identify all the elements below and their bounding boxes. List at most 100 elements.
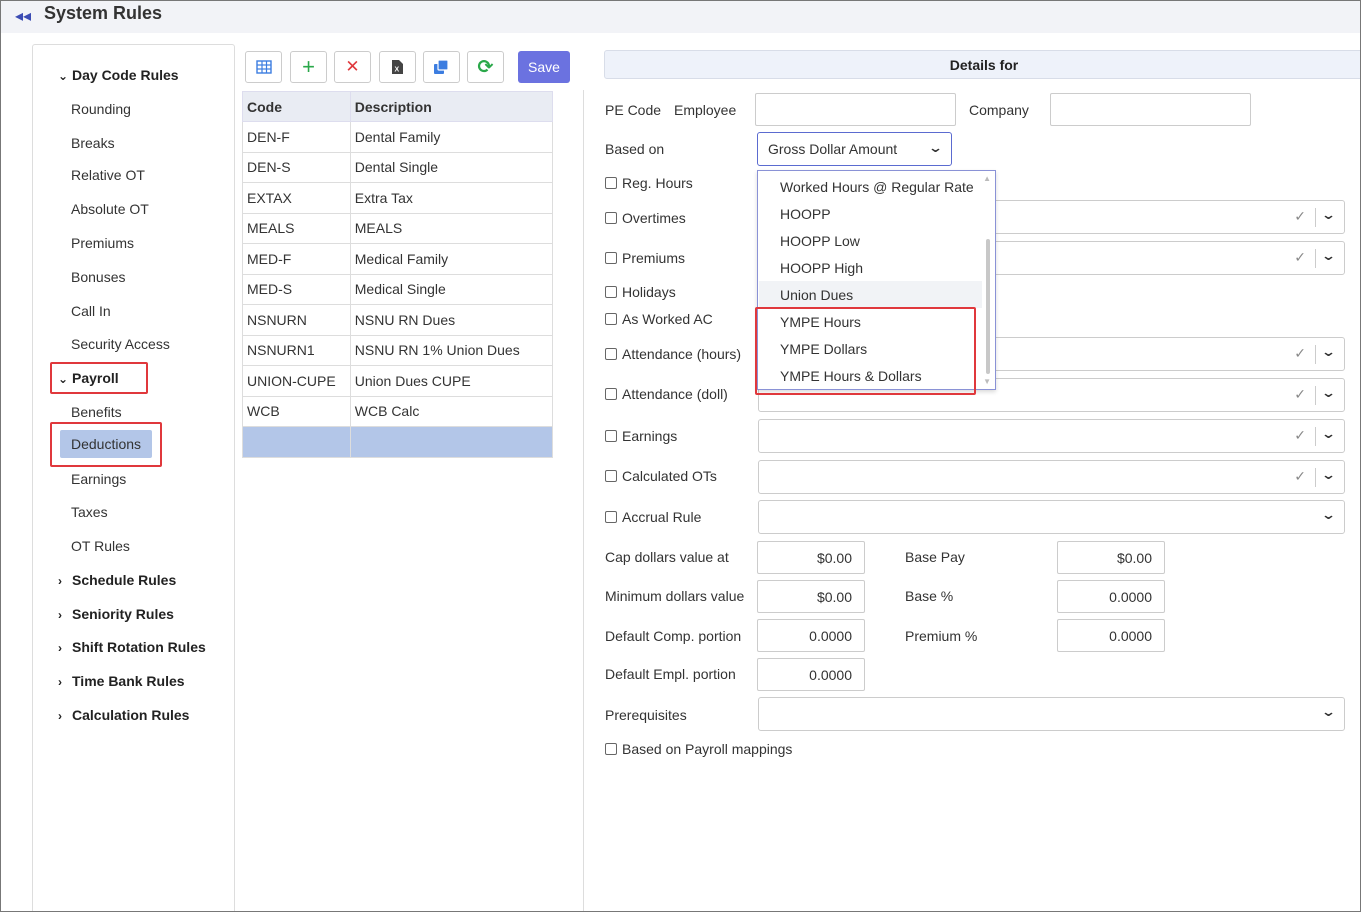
cell-description: MEALS: [350, 213, 554, 244]
earnings-label: Earnings: [622, 428, 678, 444]
sidebar-item-benefits[interactable]: Benefits: [71, 404, 122, 420]
reg-hours-label: Reg. Hours: [622, 175, 693, 191]
employee-input[interactable]: [755, 93, 956, 126]
base-pay-input[interactable]: $0.00: [1057, 541, 1165, 574]
column-header-code[interactable]: Code: [242, 91, 351, 122]
checkbox-box: [605, 743, 617, 755]
reg-hours-checkbox[interactable]: Reg. Hours: [605, 175, 693, 191]
sidebar-item-breaks[interactable]: Breaks: [71, 135, 115, 151]
as-worked-ac-label: As Worked AC: [622, 311, 713, 327]
sidebar-group-seniority-rules[interactable]: › Seniority Rules: [58, 606, 174, 622]
attendance-hours-checkbox[interactable]: Attendance (hours): [605, 346, 741, 362]
sidebar-item-deductions[interactable]: Deductions: [60, 430, 153, 458]
checkbox-box: [605, 252, 617, 264]
export-excel-button[interactable]: X: [379, 51, 416, 83]
default-comp-input[interactable]: 0.0000: [757, 619, 865, 652]
sidebar-item-taxes[interactable]: Taxes: [71, 504, 108, 520]
chevron-down-icon: ⌄: [1320, 385, 1337, 400]
sidebar-group-payroll[interactable]: ⌄ Payroll: [58, 370, 119, 386]
based-on-payroll-checkbox[interactable]: Based on Payroll mappings: [605, 741, 792, 757]
premium-pct-label: Premium %: [905, 628, 978, 644]
table-row[interactable]: NSNURN NSNU RN Dues: [242, 304, 554, 336]
default-comp-label: Default Comp. portion: [605, 628, 742, 644]
as-worked-ac-checkbox[interactable]: As Worked AC: [605, 311, 713, 327]
scroll-down-icon[interactable]: ▼: [983, 377, 991, 386]
option-hoopp-high[interactable]: HOOPP High: [780, 260, 863, 276]
option-union-dues[interactable]: Union Dues: [780, 287, 853, 303]
sidebar-item-ot-rules[interactable]: OT Rules: [71, 538, 130, 554]
add-button[interactable]: +: [290, 51, 327, 83]
grid-view-button[interactable]: [245, 51, 282, 83]
accrual-rule-checkbox[interactable]: Accrual Rule: [605, 509, 701, 525]
sidebar-item-premiums[interactable]: Premiums: [71, 235, 134, 251]
delete-button[interactable]: ✕: [334, 51, 371, 83]
sidebar-group-day-code-rules[interactable]: ⌄ Day Code Rules: [58, 67, 179, 83]
svg-text:X: X: [395, 67, 400, 74]
dropdown-scrollbar[interactable]: [986, 239, 990, 374]
sidebar-group-schedule-rules[interactable]: › Schedule Rules: [58, 572, 176, 588]
sidebar-group-calculation-rules[interactable]: › Calculation Rules: [58, 707, 189, 723]
table-row[interactable]: DEN-S Dental Single: [242, 152, 554, 183]
table-row[interactable]: UNION-CUPE Union Dues CUPE: [242, 365, 554, 397]
sidebar-item-earnings[interactable]: Earnings: [71, 471, 126, 487]
cap-dollars-input[interactable]: $0.00: [757, 541, 865, 574]
refresh-button[interactable]: ⟳: [467, 51, 504, 83]
prerequisites-select[interactable]: ⌄: [758, 697, 1345, 731]
scroll-up-icon[interactable]: ▲: [983, 174, 991, 183]
table-row[interactable]: WCB WCB Calc: [242, 396, 554, 427]
copy-button[interactable]: [423, 51, 460, 83]
holidays-checkbox[interactable]: Holidays: [605, 284, 676, 300]
option-ympe-hours-dollars[interactable]: YMPE Hours & Dollars: [780, 368, 922, 384]
calculated-ots-checkbox[interactable]: Calculated OTs: [605, 468, 717, 484]
column-header-description[interactable]: Description: [349, 91, 554, 122]
sidebar-group-label: Seniority Rules: [72, 606, 174, 622]
earnings-checkbox[interactable]: Earnings: [605, 428, 677, 444]
option-hoopp[interactable]: HOOPP: [780, 206, 831, 222]
accrual-rule-label: Accrual Rule: [622, 509, 702, 525]
cell-code: WCB: [242, 396, 351, 427]
checkbox-box: [605, 348, 617, 360]
overtimes-checkbox[interactable]: Overtimes: [605, 210, 686, 226]
premium-pct-input[interactable]: 0.0000: [1057, 619, 1165, 652]
table-row[interactable]: EXTAX Extra Tax: [242, 182, 554, 214]
company-input[interactable]: [1050, 93, 1251, 126]
option-ympe-hours[interactable]: YMPE Hours: [780, 314, 861, 330]
sidebar-group-shift-rotation-rules[interactable]: › Shift Rotation Rules: [58, 639, 206, 655]
table-row[interactable]: NSNURN1 NSNU RN 1% Union Dues: [242, 335, 554, 366]
collapse-back-icon[interactable]: ◂◂: [15, 6, 31, 26]
save-button[interactable]: Save: [518, 51, 570, 83]
table-row[interactable]: MEALS MEALS: [242, 213, 554, 244]
table-row-selected[interactable]: [242, 426, 554, 458]
attendance-doll-checkbox[interactable]: Attendance (doll): [605, 386, 728, 402]
table-row[interactable]: MED-S Medical Single: [242, 274, 554, 305]
min-dollars-input[interactable]: $0.00: [757, 580, 865, 613]
app-window: ◂◂ System Rules ⌄ Day Code Rules Rounding…: [0, 0, 1361, 912]
base-pct-input[interactable]: 0.0000: [1057, 580, 1165, 613]
sidebar-item-relative-ot[interactable]: Relative OT: [71, 167, 145, 183]
option-ympe-dollars[interactable]: YMPE Dollars: [780, 341, 867, 357]
table-row[interactable]: DEN-F Dental Family: [242, 121, 554, 153]
sidebar-item-rounding[interactable]: Rounding: [71, 101, 131, 117]
sidebar-item-security-access[interactable]: Security Access: [71, 336, 170, 352]
sidebar-item-absolute-ot[interactable]: Absolute OT: [71, 201, 149, 217]
divider: [1315, 468, 1316, 487]
sidebar-item-bonuses[interactable]: Bonuses: [71, 269, 125, 285]
cell-description: Extra Tax: [350, 182, 554, 214]
overtimes-label: Overtimes: [622, 210, 686, 226]
option-worked-hours-regular-rate[interactable]: Worked Hours @ Regular Rate: [780, 179, 974, 195]
cell-code: DEN-S: [242, 152, 351, 183]
sidebar-group-time-bank-rules[interactable]: › Time Bank Rules: [58, 673, 185, 689]
accrual-rule-select[interactable]: ⌄: [758, 500, 1345, 534]
sidebar-item-call-in[interactable]: Call In: [71, 303, 111, 319]
option-hoopp-low[interactable]: HOOPP Low: [780, 233, 860, 249]
checkbox-box: [605, 212, 617, 224]
table-row[interactable]: MED-F Medical Family: [242, 243, 554, 275]
premiums-checkbox[interactable]: Premiums: [605, 250, 685, 266]
default-empl-input[interactable]: 0.0000: [757, 658, 865, 691]
refresh-icon: ⟳: [477, 56, 494, 78]
based-on-select[interactable]: Gross Dollar Amount ⌄: [757, 132, 952, 166]
title-bar: ◂◂ System Rules: [1, 1, 1360, 33]
calculated-ots-select[interactable]: ✓ ⌄: [758, 460, 1345, 494]
divider: [1315, 386, 1316, 405]
earnings-select[interactable]: ✓ ⌄: [758, 419, 1345, 453]
